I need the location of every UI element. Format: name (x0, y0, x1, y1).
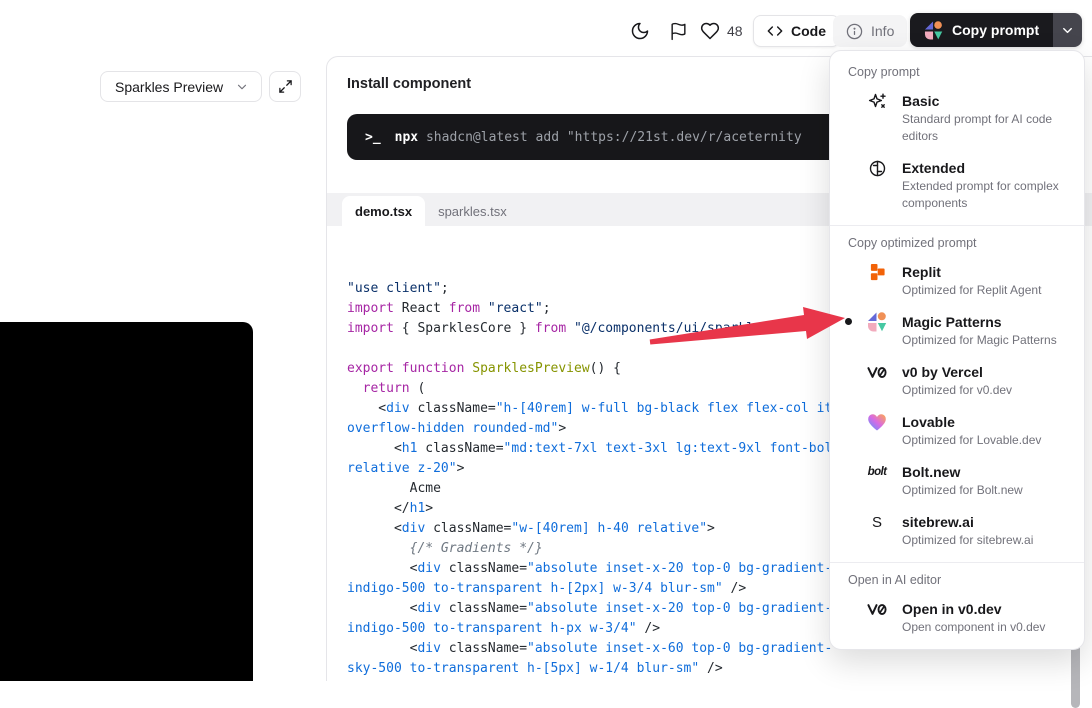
menu-section-label: Open in AI editor (830, 571, 1084, 593)
menu-item-description: Open component in v0.dev (902, 619, 1045, 636)
menu-section-copy-optimized-prompt: Copy optimized promptReplitOptimized for… (830, 225, 1084, 562)
menu-item-description: Optimized for sitebrew.ai (902, 532, 1033, 549)
theme-toggle-button[interactable] (626, 17, 654, 45)
chevron-down-icon (235, 80, 249, 94)
copy-prompt-main[interactable]: Copy prompt (910, 13, 1053, 47)
menu-item-description: Optimized for Replit Agent (902, 282, 1041, 299)
menu-section-copy-prompt: Copy promptBasicStandard prompt for AI c… (830, 51, 1084, 225)
info-button-label: Info (871, 23, 894, 39)
tab-demo-tsx[interactable]: demo.tsx (342, 196, 425, 226)
info-button[interactable]: Info (833, 15, 907, 47)
v0-logo (867, 599, 887, 619)
expand-icon (278, 79, 293, 94)
sitebrew-logo: S (867, 512, 887, 532)
menu-section-label: Copy prompt (830, 63, 1084, 85)
copy-prompt-button[interactable]: Copy prompt (910, 13, 1082, 47)
preview-selector[interactable]: Sparkles Preview (100, 71, 262, 102)
component-preview-canvas (0, 322, 253, 681)
lovable-logo (867, 412, 887, 432)
command-prefix: npx (395, 130, 418, 145)
flag-icon (669, 22, 688, 41)
sparkles-icon (867, 91, 887, 111)
code-icon (767, 23, 783, 39)
fullscreen-button[interactable] (269, 71, 301, 102)
menu-item-description: Optimized for Lovable.dev (902, 432, 1041, 449)
code-button[interactable]: Code (753, 15, 840, 47)
menu-section-open-in-ai-editor: Open in AI editorOpen in v0.devOpen comp… (830, 562, 1084, 649)
menu-item-title: Magic Patterns (902, 312, 1057, 332)
menu-item-open-in-v0-dev[interactable]: Open in v0.devOpen component in v0.dev (830, 593, 1084, 643)
chevron-down-icon (1060, 23, 1075, 38)
magic-patterns-logo (924, 21, 943, 40)
menu-item-title: Open in v0.dev (902, 599, 1045, 619)
moon-icon (630, 21, 650, 41)
bolt-logo: bolt (867, 462, 887, 482)
menu-item-v0-by-vercel[interactable]: v0 by VercelOptimized for v0.dev (830, 356, 1084, 406)
info-icon (846, 23, 863, 40)
code-line: sky-500 to-transparent h-[5px] w-1/4 blu… (347, 659, 1092, 679)
like-button[interactable] (696, 17, 724, 45)
copy-prompt-menu: Copy promptBasicStandard prompt for AI c… (829, 50, 1085, 650)
menu-item-title: sitebrew.ai (902, 512, 1033, 532)
menu-item-title: Extended (902, 158, 1068, 178)
menu-item-basic[interactable]: BasicStandard prompt for AI code editors (830, 85, 1084, 152)
menu-item-bolt-new[interactable]: bolt Bolt.newOptimized for Bolt.new (830, 456, 1084, 506)
menu-item-description: Optimized for v0.dev (902, 382, 1012, 399)
menu-item-title: Bolt.new (902, 462, 1023, 482)
copy-prompt-label: Copy prompt (952, 22, 1039, 38)
menu-item-description: Optimized for Magic Patterns (902, 332, 1057, 349)
menu-item-title: Lovable (902, 412, 1041, 432)
menu-item-description: Extended prompt for complex components (902, 178, 1068, 212)
code-button-label: Code (791, 23, 826, 39)
menu-section-label: Copy optimized prompt (830, 234, 1084, 256)
terminal-prompt-icon: >_ (365, 130, 381, 145)
menu-item-description: Standard prompt for AI code editors (902, 111, 1068, 145)
flag-button[interactable] (664, 17, 692, 45)
heart-icon (700, 21, 720, 41)
menu-item-replit[interactable]: ReplitOptimized for Replit Agent (830, 256, 1084, 306)
menu-item-sitebrew-ai[interactable]: Ssitebrew.aiOptimized for sitebrew.ai (830, 506, 1084, 556)
tab-sparkles-tsx[interactable]: sparkles.tsx (425, 196, 520, 226)
menu-item-magic-patterns[interactable]: Magic PatternsOptimized for Magic Patter… (830, 306, 1084, 356)
command-text: shadcn@latest add "https://21st.dev/r/ac… (418, 130, 802, 145)
copy-prompt-dropdown-toggle[interactable] (1053, 13, 1082, 47)
replit-logo (867, 262, 887, 282)
menu-item-title: Basic (902, 91, 1068, 111)
menu-item-extended[interactable]: ExtendedExtended prompt for complex comp… (830, 152, 1084, 219)
install-heading: Install component (347, 76, 471, 92)
v0-logo (867, 362, 887, 382)
menu-item-title: v0 by Vercel (902, 362, 1012, 382)
menu-item-title: Replit (902, 262, 1041, 282)
brain-icon (867, 158, 887, 178)
selected-item-dot (845, 318, 852, 325)
magic-patterns-logo (867, 312, 887, 332)
menu-item-lovable[interactable]: LovableOptimized for Lovable.dev (830, 406, 1084, 456)
likes-count: 48 (727, 23, 743, 39)
menu-item-description: Optimized for Bolt.new (902, 482, 1023, 499)
preview-selector-label: Sparkles Preview (115, 79, 223, 95)
